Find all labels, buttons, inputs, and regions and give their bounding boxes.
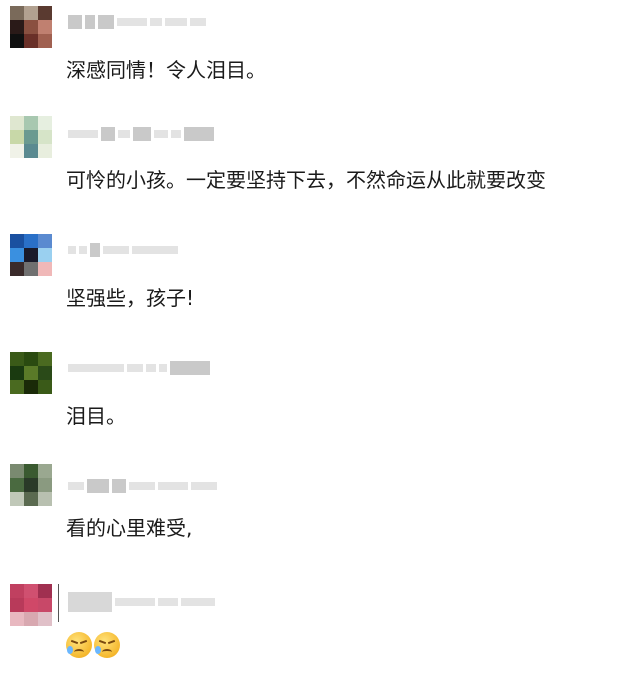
avatar-pixel [10, 262, 24, 276]
avatar-pixel [24, 262, 38, 276]
avatar-pixel [10, 20, 24, 34]
avatar-pixel [38, 262, 52, 276]
avatar-pixel [10, 352, 24, 366]
comment-text [66, 632, 120, 658]
avatar-pixel [38, 34, 52, 48]
avatar-pixel [24, 598, 38, 612]
avatar-pixel [10, 492, 24, 506]
avatar-pixel [24, 492, 38, 506]
comment-text: 坚强些，孩子! [66, 286, 195, 310]
comment-item: 坚强些，孩子! [0, 234, 624, 344]
avatar-pixel [38, 478, 52, 492]
username-blurred[interactable] [68, 242, 178, 258]
avatar[interactable] [10, 234, 52, 276]
username-blurred[interactable] [68, 126, 214, 142]
avatar-pixel [24, 584, 38, 598]
avatar-pixel [24, 612, 38, 626]
comment-item: 可怜的小孩。一定要坚持下去，不然命运从此就要改变 [0, 116, 624, 226]
comment-text: 泪目。 [66, 404, 126, 428]
avatar-pixel [10, 366, 24, 380]
avatar-pixel [24, 366, 38, 380]
username-blurred[interactable] [68, 592, 215, 612]
username-blurred[interactable] [68, 14, 206, 30]
avatar-pixel [10, 598, 24, 612]
avatar-pixel [24, 6, 38, 20]
avatar-pixel [38, 612, 52, 626]
avatar-pixel [10, 380, 24, 394]
avatar-pixel [24, 248, 38, 262]
avatar-pixel [10, 34, 24, 48]
avatar-pixel [38, 352, 52, 366]
emoji-row [66, 632, 120, 658]
avatar-pixel [38, 584, 52, 598]
username-blurred[interactable] [68, 360, 210, 376]
avatar-pixel [24, 116, 38, 130]
avatar[interactable] [10, 584, 52, 626]
avatar-pixel [38, 380, 52, 394]
avatar-pixel [24, 130, 38, 144]
avatar-pixel [38, 248, 52, 262]
avatar-pixel [10, 130, 24, 144]
avatar-pixel [24, 234, 38, 248]
avatar-pixel [10, 584, 24, 598]
divider [58, 584, 59, 622]
avatar-pixel [24, 20, 38, 34]
avatar-pixel [24, 464, 38, 478]
avatar-pixel [38, 6, 52, 20]
avatar-pixel [24, 34, 38, 48]
comment-item: 深感同情！令人泪目。 [0, 6, 624, 116]
avatar[interactable] [10, 6, 52, 48]
comment-item: 看的心里难受, [0, 464, 624, 574]
comment-item [0, 584, 624, 694]
avatar-pixel [10, 116, 24, 130]
avatar-pixel [24, 478, 38, 492]
comment-item: 泪目。 [0, 352, 624, 462]
avatar-pixel [10, 248, 24, 262]
avatar-pixel [38, 598, 52, 612]
avatar-pixel [38, 116, 52, 130]
comment-text: 可怜的小孩。一定要坚持下去，不然命运从此就要改变 [66, 168, 546, 192]
avatar-pixel [38, 234, 52, 248]
username-blurred[interactable] [68, 478, 217, 494]
avatar-pixel [24, 380, 38, 394]
avatar-pixel [38, 492, 52, 506]
comment-text: 看的心里难受, [66, 516, 193, 540]
avatar[interactable] [10, 116, 52, 158]
sad-face-icon [66, 632, 92, 658]
avatar-pixel [38, 130, 52, 144]
sad-face-icon [94, 632, 120, 658]
avatar-pixel [10, 478, 24, 492]
avatar-pixel [10, 612, 24, 626]
avatar-pixel [10, 234, 24, 248]
avatar-pixel [24, 352, 38, 366]
avatar-pixel [24, 144, 38, 158]
avatar-pixel [10, 6, 24, 20]
avatar[interactable] [10, 352, 52, 394]
avatar-pixel [38, 366, 52, 380]
comment-text: 深感同情！令人泪目。 [66, 58, 266, 82]
avatar-pixel [38, 20, 52, 34]
avatar-pixel [10, 464, 24, 478]
avatar-pixel [10, 144, 24, 158]
avatar-pixel [38, 144, 52, 158]
avatar[interactable] [10, 464, 52, 506]
avatar-pixel [38, 464, 52, 478]
